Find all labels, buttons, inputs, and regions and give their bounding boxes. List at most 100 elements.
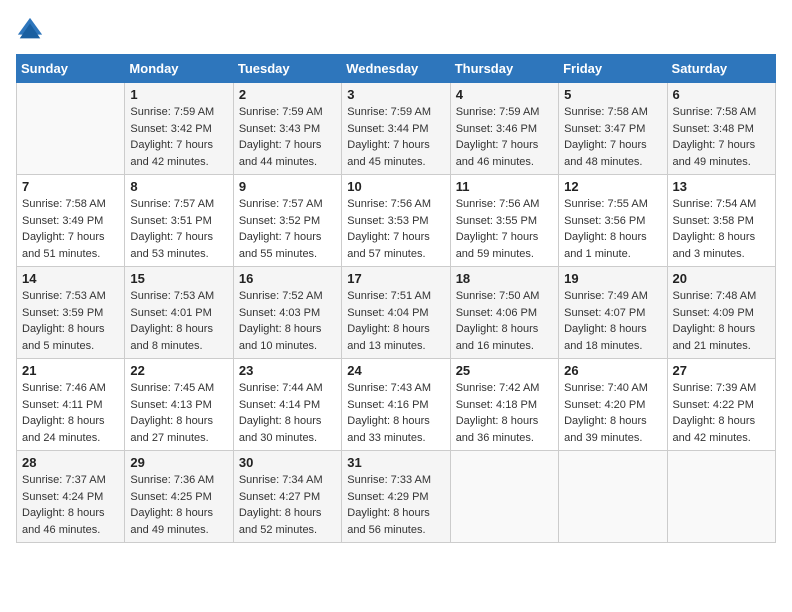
sunrise-text: Sunrise: 7:44 AM	[239, 380, 336, 397]
logo	[16, 16, 48, 44]
day-number: 22	[130, 363, 227, 378]
day-number: 8	[130, 179, 227, 194]
daylight-text: Daylight: 7 hours and 53 minutes.	[130, 229, 227, 262]
day-info: Sunrise: 7:45 AMSunset: 4:13 PMDaylight:…	[130, 380, 227, 446]
day-info: Sunrise: 7:57 AMSunset: 3:52 PMDaylight:…	[239, 196, 336, 262]
sunset-text: Sunset: 4:06 PM	[456, 305, 553, 322]
sunset-text: Sunset: 4:04 PM	[347, 305, 444, 322]
daylight-text: Daylight: 8 hours and 21 minutes.	[673, 321, 770, 354]
daylight-text: Daylight: 8 hours and 24 minutes.	[22, 413, 119, 446]
logo-icon	[16, 16, 44, 44]
sunset-text: Sunset: 3:59 PM	[22, 305, 119, 322]
day-info: Sunrise: 7:51 AMSunset: 4:04 PMDaylight:…	[347, 288, 444, 354]
day-info: Sunrise: 7:42 AMSunset: 4:18 PMDaylight:…	[456, 380, 553, 446]
calendar-cell: 10 Sunrise: 7:56 AMSunset: 3:53 PMDayligh…	[342, 175, 450, 267]
calendar-cell: 29Sunrise: 7:36 AMSunset: 4:25 PMDayligh…	[125, 451, 233, 543]
day-number: 12	[564, 179, 661, 194]
day-number: 3	[347, 87, 444, 102]
daylight-text: Daylight: 7 hours and 55 minutes.	[239, 229, 336, 262]
weekday-header-saturday: Saturday	[667, 55, 775, 83]
sunrise-text: Sunrise: 7:40 AM	[564, 380, 661, 397]
weekday-header-wednesday: Wednesday	[342, 55, 450, 83]
daylight-text: Daylight: 8 hours and 10 minutes.	[239, 321, 336, 354]
calendar-cell: 1Sunrise: 7:59 AMSunset: 3:42 PMDaylight…	[125, 83, 233, 175]
day-info: Sunrise: 7:58 AMSunset: 3:47 PMDaylight:…	[564, 104, 661, 170]
day-info: Sunrise: 7:34 AMSunset: 4:27 PMDaylight:…	[239, 472, 336, 538]
day-number: 15	[130, 271, 227, 286]
day-number: 16	[239, 271, 336, 286]
sunset-text: Sunset: 4:11 PM	[22, 397, 119, 414]
daylight-text: Daylight: 8 hours and 46 minutes.	[22, 505, 119, 538]
sunset-text: Sunset: 4:29 PM	[347, 489, 444, 506]
calendar-cell: 9Sunrise: 7:57 AMSunset: 3:52 PMDaylight…	[233, 175, 341, 267]
daylight-text: Daylight: 8 hours and 30 minutes.	[239, 413, 336, 446]
calendar-cell: 5 Sunrise: 7:58 AMSunset: 3:47 PMDaylight…	[559, 83, 667, 175]
daylight-text: Daylight: 8 hours and 16 minutes.	[456, 321, 553, 354]
sunrise-text: Sunrise: 7:49 AM	[564, 288, 661, 305]
sunset-text: Sunset: 3:48 PM	[673, 121, 770, 138]
sunrise-text: Sunrise: 7:53 AM	[22, 288, 119, 305]
day-info: Sunrise: 7:53 AMSunset: 4:01 PMDaylight:…	[130, 288, 227, 354]
sunrise-text: Sunrise: 7:58 AM	[22, 196, 119, 213]
day-info: Sunrise: 7:56 AMSunset: 3:53 PMDaylight:…	[347, 196, 444, 262]
day-number: 29	[130, 455, 227, 470]
sunrise-text: Sunrise: 7:51 AM	[347, 288, 444, 305]
day-number: 28	[22, 455, 119, 470]
day-number: 21	[22, 363, 119, 378]
sunset-text: Sunset: 3:58 PM	[673, 213, 770, 230]
calendar-cell: 26Sunrise: 7:40 AMSunset: 4:20 PMDayligh…	[559, 359, 667, 451]
sunset-text: Sunset: 3:42 PM	[130, 121, 227, 138]
day-number: 5	[564, 87, 661, 102]
calendar-cell	[667, 451, 775, 543]
calendar-week-row: 1Sunrise: 7:59 AMSunset: 3:42 PMDaylight…	[17, 83, 776, 175]
weekday-header-row: SundayMondayTuesdayWednesdayThursdayFrid…	[17, 55, 776, 83]
day-number: 2	[239, 87, 336, 102]
sunset-text: Sunset: 4:16 PM	[347, 397, 444, 414]
day-number: 26	[564, 363, 661, 378]
sunset-text: Sunset: 3:52 PM	[239, 213, 336, 230]
calendar-cell: 18Sunrise: 7:50 AMSunset: 4:06 PMDayligh…	[450, 267, 558, 359]
day-number: 20	[673, 271, 770, 286]
sunset-text: Sunset: 4:03 PM	[239, 305, 336, 322]
day-info: Sunrise: 7:50 AMSunset: 4:06 PMDaylight:…	[456, 288, 553, 354]
day-number: 24	[347, 363, 444, 378]
calendar-cell: 13Sunrise: 7:54 AMSunset: 3:58 PMDayligh…	[667, 175, 775, 267]
daylight-text: Daylight: 8 hours and 33 minutes.	[347, 413, 444, 446]
calendar-cell: 23Sunrise: 7:44 AMSunset: 4:14 PMDayligh…	[233, 359, 341, 451]
sunrise-text: Sunrise: 7:52 AM	[239, 288, 336, 305]
sunrise-text: Sunrise: 7:34 AM	[239, 472, 336, 489]
daylight-text: Daylight: 8 hours and 1 minute.	[564, 229, 661, 262]
day-info: Sunrise: 7:59 AMSunset: 3:42 PMDaylight:…	[130, 104, 227, 170]
day-number: 25	[456, 363, 553, 378]
calendar-cell: 4Sunrise: 7:59 AMSunset: 3:46 PMDaylight…	[450, 83, 558, 175]
sunset-text: Sunset: 4:18 PM	[456, 397, 553, 414]
calendar-cell: 16 Sunrise: 7:52 AMSunset: 4:03 PMDayligh…	[233, 267, 341, 359]
sunrise-text: Sunrise: 7:43 AM	[347, 380, 444, 397]
sunrise-text: Sunrise: 7:33 AM	[347, 472, 444, 489]
sunrise-text: Sunrise: 7:37 AM	[22, 472, 119, 489]
calendar-cell	[559, 451, 667, 543]
sunrise-text: Sunrise: 7:36 AM	[130, 472, 227, 489]
day-info: Sunrise: 7:53 AMSunset: 3:59 PMDaylight:…	[22, 288, 119, 354]
calendar-cell: 3Sunrise: 7:59 AMSunset: 3:44 PMDaylight…	[342, 83, 450, 175]
sunrise-text: Sunrise: 7:58 AM	[564, 104, 661, 121]
day-number: 27	[673, 363, 770, 378]
sunset-text: Sunset: 3:51 PM	[130, 213, 227, 230]
day-number: 7	[22, 179, 119, 194]
sunset-text: Sunset: 3:55 PM	[456, 213, 553, 230]
calendar-cell: 21Sunrise: 7:46 AMSunset: 4:11 PMDayligh…	[17, 359, 125, 451]
sunrise-text: Sunrise: 7:55 AM	[564, 196, 661, 213]
daylight-text: Daylight: 7 hours and 48 minutes.	[564, 137, 661, 170]
sunset-text: Sunset: 3:53 PM	[347, 213, 444, 230]
daylight-text: Daylight: 8 hours and 27 minutes.	[130, 413, 227, 446]
calendar-cell: 12Sunrise: 7:55 AMSunset: 3:56 PMDayligh…	[559, 175, 667, 267]
daylight-text: Daylight: 7 hours and 49 minutes.	[673, 137, 770, 170]
day-info: Sunrise: 7:56 AMSunset: 3:55 PMDaylight:…	[456, 196, 553, 262]
day-info: Sunrise: 7:33 AMSunset: 4:29 PMDaylight:…	[347, 472, 444, 538]
calendar-cell: 6Sunrise: 7:58 AMSunset: 3:48 PMDaylight…	[667, 83, 775, 175]
sunset-text: Sunset: 4:25 PM	[130, 489, 227, 506]
calendar-week-row: 7Sunrise: 7:58 AMSunset: 3:49 PMDaylight…	[17, 175, 776, 267]
day-number: 31	[347, 455, 444, 470]
day-number: 10	[347, 179, 444, 194]
day-info: Sunrise: 7:48 AMSunset: 4:09 PMDaylight:…	[673, 288, 770, 354]
